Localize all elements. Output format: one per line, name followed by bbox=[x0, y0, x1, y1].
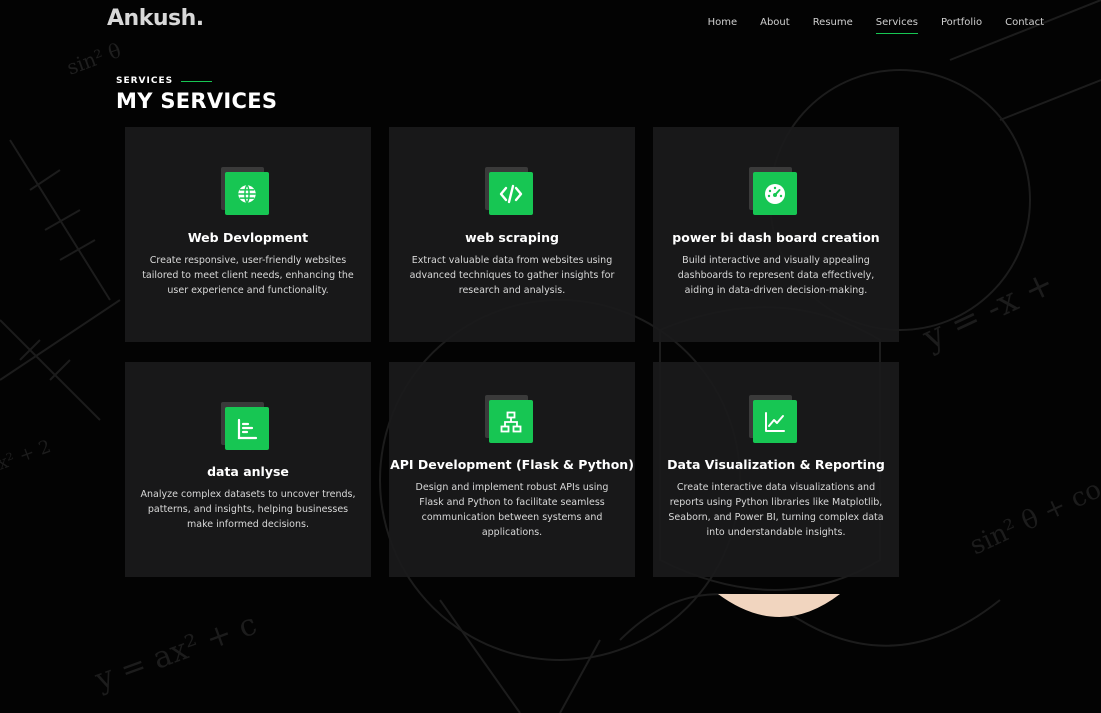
service-description: Create responsive, user-friendly website… bbox=[142, 255, 354, 296]
bar-chart-icon bbox=[225, 407, 269, 450]
nav-about[interactable]: About bbox=[760, 17, 790, 32]
main-nav: Home About Resume Services Portfolio Con… bbox=[708, 17, 1044, 34]
service-title: web scraping bbox=[465, 230, 559, 245]
nav-home[interactable]: Home bbox=[708, 17, 738, 32]
service-icon-container bbox=[749, 395, 799, 443]
network-icon bbox=[489, 400, 533, 443]
service-icon-container bbox=[221, 402, 271, 450]
service-title: Data Visualization & Reporting bbox=[667, 457, 885, 472]
bg-formula-2: y = ax² + c bbox=[90, 607, 262, 698]
service-icon-container bbox=[485, 395, 535, 443]
bg-formula-4: sin² θ + co bbox=[965, 474, 1101, 561]
service-card-power-bi[interactable]: power bi dash board creation Build inter… bbox=[653, 127, 899, 342]
service-description: Analyze complex datasets to uncover tren… bbox=[140, 489, 356, 530]
service-icon-container bbox=[749, 167, 799, 215]
service-icon-container bbox=[221, 167, 271, 215]
service-card-api-development[interactable]: API Development (Flask & Python) Design … bbox=[389, 362, 635, 577]
site-header: Ankush. Home About Resume Services Portf… bbox=[0, 0, 1101, 46]
nav-services[interactable]: Services bbox=[875, 17, 919, 34]
nav-portfolio[interactable]: Portfolio bbox=[941, 17, 982, 32]
section-eyebrow-label: SERVICES bbox=[116, 76, 174, 86]
service-title: data anlyse bbox=[207, 464, 289, 479]
section-header: SERVICES MY SERVICES bbox=[116, 76, 277, 113]
site-logo[interactable]: Ankush. bbox=[107, 6, 204, 31]
service-title: Web Devlopment bbox=[187, 230, 309, 245]
service-title: power bi dash board creation bbox=[672, 230, 880, 245]
service-description: Create interactive data visualizations a… bbox=[668, 482, 884, 538]
line-chart-icon bbox=[753, 400, 797, 443]
nav-resume[interactable]: Resume bbox=[813, 17, 853, 32]
nav-contact[interactable]: Contact bbox=[1005, 17, 1044, 32]
bg-formula-5: x² + 2 bbox=[0, 436, 54, 475]
code-icon bbox=[489, 172, 533, 215]
bg-formula-3: y = -x + bbox=[916, 263, 1060, 359]
services-grid: Web Devlopment Create responsive, user-f… bbox=[125, 127, 899, 577]
service-card-web-development[interactable]: Web Devlopment Create responsive, user-f… bbox=[125, 127, 371, 342]
service-description: Extract valuable data from websites usin… bbox=[409, 255, 615, 296]
service-icon-container bbox=[485, 167, 535, 215]
section-eyebrow: SERVICES bbox=[116, 76, 277, 86]
service-card-data-visualization[interactable]: Data Visualization & Reporting Create in… bbox=[653, 362, 899, 577]
eyebrow-divider bbox=[181, 80, 213, 82]
service-description: Build interactive and visually appealing… bbox=[677, 255, 875, 296]
section-title: MY SERVICES bbox=[116, 89, 278, 113]
gauge-icon bbox=[753, 172, 797, 215]
globe-icon bbox=[225, 172, 269, 215]
service-card-data-analyse[interactable]: data anlyse Analyze complex datasets to … bbox=[125, 362, 371, 577]
service-card-web-scraping[interactable]: web scraping Extract valuable data from … bbox=[389, 127, 635, 342]
service-title: API Development (Flask & Python) bbox=[390, 457, 634, 472]
service-description: Design and implement robust APIs using F… bbox=[415, 482, 609, 538]
